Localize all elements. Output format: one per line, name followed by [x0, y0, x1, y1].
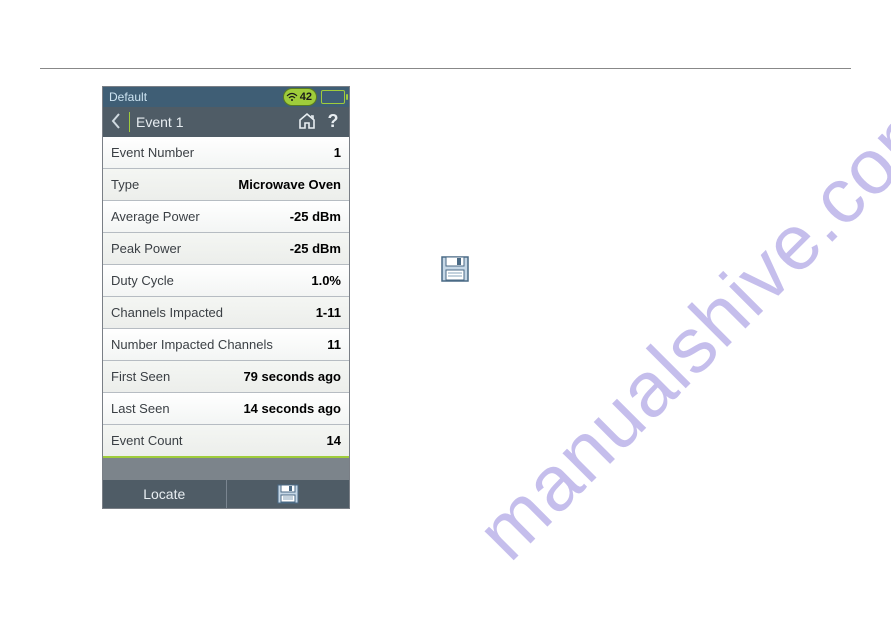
row-value: -25 dBm [290, 241, 341, 256]
row-value: Microwave Oven [238, 177, 341, 192]
detail-row: Peak Power -25 dBm [103, 232, 349, 264]
row-value: 1.0% [311, 273, 341, 288]
detail-rows: Event Number 1 Type Microwave Oven Avera… [103, 137, 349, 456]
device-screen: Default 42 Event 1 ? [102, 86, 350, 509]
row-value: 14 seconds ago [243, 401, 341, 416]
row-label: Type [111, 177, 139, 192]
row-label: Last Seen [111, 401, 170, 416]
row-label: Number Impacted Channels [111, 337, 273, 352]
locate-button[interactable]: Locate [103, 480, 227, 508]
save-button[interactable] [227, 480, 350, 508]
battery-icon [321, 90, 345, 104]
nav-bar: Event 1 ? [103, 107, 349, 137]
status-bar: Default 42 [103, 87, 349, 107]
floating-save-icon [441, 256, 469, 282]
detail-row: Channels Impacted 1-11 [103, 296, 349, 328]
watermark-text: manualshive.com [459, 73, 891, 577]
chevron-left-icon [109, 112, 123, 130]
row-label: Peak Power [111, 241, 181, 256]
nav-separator [129, 112, 130, 132]
save-icon [441, 256, 469, 282]
row-label: Average Power [111, 209, 200, 224]
detail-row: Event Count 14 [103, 424, 349, 456]
row-label: Channels Impacted [111, 305, 223, 320]
row-value: 1-11 [316, 305, 341, 320]
home-button[interactable] [297, 111, 317, 134]
detail-row: Average Power -25 dBm [103, 200, 349, 232]
svg-text:?: ? [328, 111, 339, 131]
row-value: -25 dBm [290, 209, 341, 224]
row-label: Duty Cycle [111, 273, 174, 288]
row-label: First Seen [111, 369, 170, 384]
row-value: 79 seconds ago [243, 369, 341, 384]
detail-row: Duty Cycle 1.0% [103, 264, 349, 296]
row-value: 1 [334, 145, 341, 160]
footer-spacer [103, 456, 349, 480]
screen-title: Event 1 [136, 114, 291, 130]
wifi-indicator: 42 [283, 88, 317, 106]
help-button[interactable]: ? [323, 111, 343, 134]
detail-row: Type Microwave Oven [103, 168, 349, 200]
back-button[interactable] [109, 112, 123, 133]
wifi-value: 42 [300, 91, 312, 103]
row-label: Event Count [111, 433, 183, 448]
profile-name: Default [107, 90, 283, 104]
row-value: 11 [327, 337, 341, 352]
locate-label: Locate [143, 486, 185, 502]
detail-row: Number Impacted Channels 11 [103, 328, 349, 360]
row-value: 14 [327, 433, 341, 448]
save-icon [277, 484, 299, 504]
detail-row: Event Number 1 [103, 137, 349, 168]
wifi-icon [286, 92, 298, 102]
row-label: Event Number [111, 145, 194, 160]
home-icon [297, 111, 317, 131]
detail-row: Last Seen 14 seconds ago [103, 392, 349, 424]
page-rule [40, 68, 851, 69]
help-icon: ? [323, 111, 343, 131]
footer-bar: Locate [103, 480, 349, 508]
detail-row: First Seen 79 seconds ago [103, 360, 349, 392]
